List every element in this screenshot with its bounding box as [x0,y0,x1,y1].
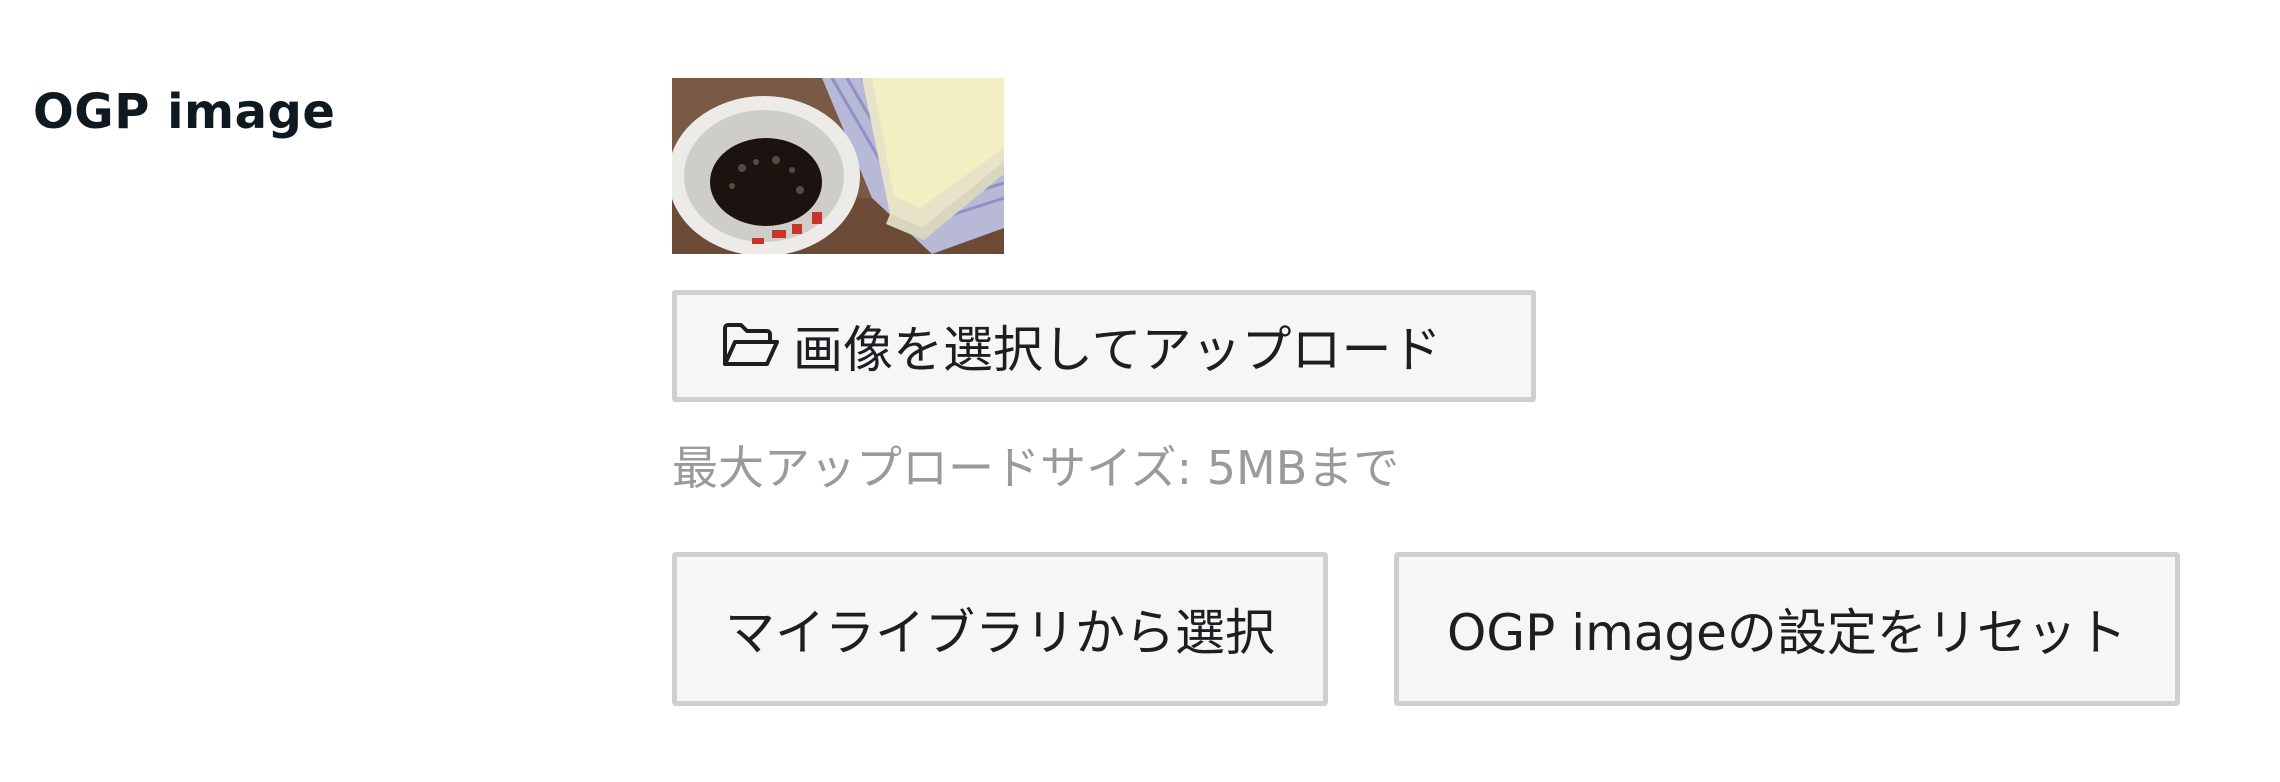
upload-size-hint: 最大アップロードサイズ: 5MBまで [672,441,1400,495]
upload-image-button[interactable]: 画像を選択してアップロード [672,290,1536,402]
folder-open-icon [721,320,781,372]
ogp-image-preview [672,78,1004,254]
library-button-label: マイライブラリから選択 [725,604,1275,662]
field-label: OGP image [33,84,336,140]
upload-button-label: 画像を選択してアップロード [793,321,1442,379]
reset-button-label: OGP imageの設定をリセット [1447,604,2127,662]
reset-ogp-image-button[interactable]: OGP imageの設定をリセット [1394,552,2180,706]
ogp-image-field: 画像を選択してアップロード 最大アップロードサイズ: 5MBまで マイライブラリ… [672,78,2180,706]
select-from-library-button[interactable]: マイライブラリから選択 [672,552,1328,706]
